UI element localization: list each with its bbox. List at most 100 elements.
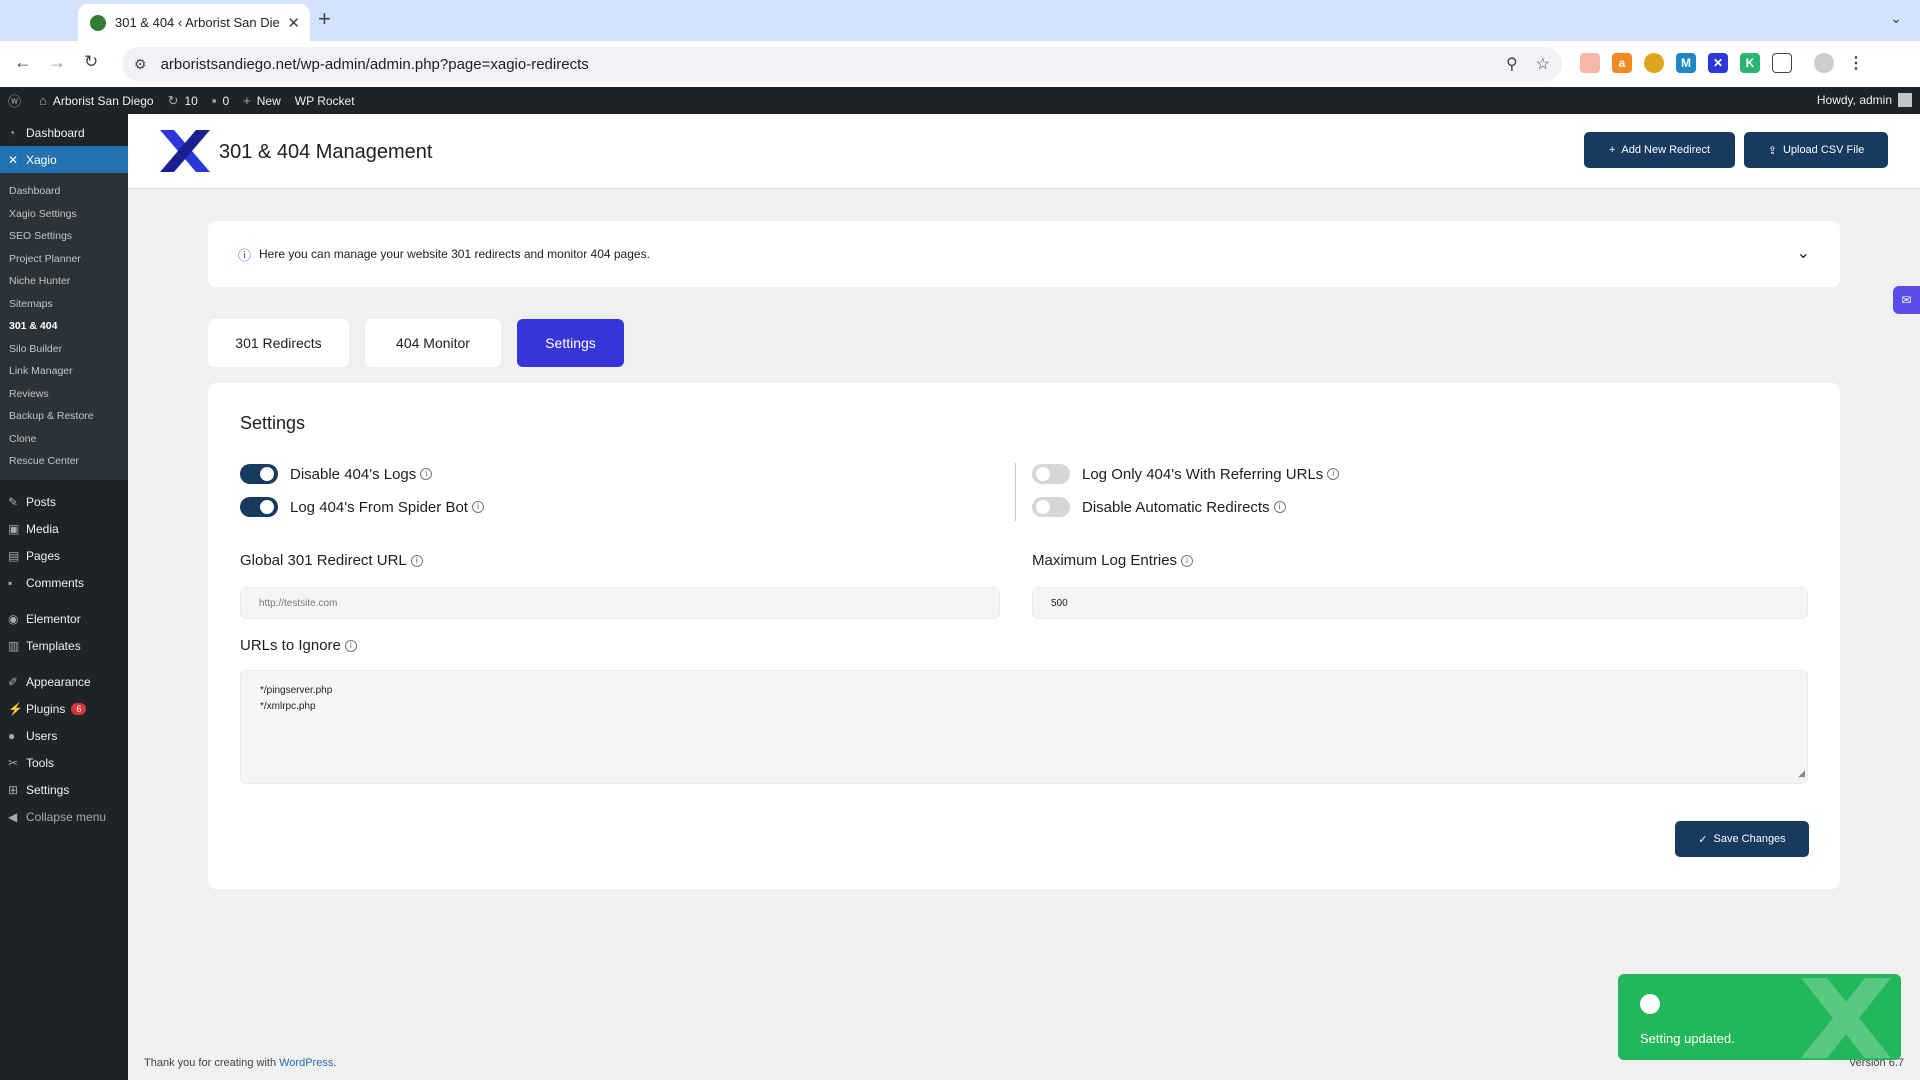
- chat-bubble-icon[interactable]: ✉: [1893, 286, 1920, 314]
- admin-bar-comments[interactable]: ▪ 0: [212, 93, 229, 108]
- tab-search-chevron-icon[interactable]: ⌄: [1890, 10, 1902, 27]
- admin-bar-wp-rocket[interactable]: WP Rocket: [295, 94, 355, 108]
- info-icon[interactable]: i: [344, 639, 357, 652]
- sidebar-item-elementor[interactable]: ◉ Elementor: [0, 606, 128, 633]
- zoom-icon[interactable]: ⚲: [1506, 54, 1518, 74]
- site-info-icon[interactable]: ⚙: [134, 56, 147, 73]
- dashboard-icon: ◔: [8, 125, 16, 140]
- sidebar-item-appearance[interactable]: ✐ Appearance: [0, 669, 128, 696]
- sidebar-item-plugins[interactable]: ⚡ Plugins 6: [0, 696, 128, 723]
- site-favicon-icon: [90, 14, 106, 31]
- admin-bar-updates[interactable]: ↻ 10: [168, 93, 198, 109]
- info-icon[interactable]: i: [420, 468, 433, 480]
- forward-arrow-icon[interactable]: →: [48, 52, 66, 72]
- info-icon[interactable]: i: [471, 501, 484, 513]
- toggle-row-log-spider-bot: Log 404's From Spider Bot i: [240, 497, 484, 517]
- browser-menu-icon[interactable]: ⋮: [1846, 53, 1866, 73]
- sidebar-item-comments[interactable]: ▪ Comments: [0, 570, 128, 597]
- templates-icon: ▥: [8, 639, 20, 653]
- info-icon[interactable]: i: [1181, 554, 1194, 567]
- extensions-bar: a M ✕ K ⋮: [1580, 53, 1866, 73]
- submenu-silo-builder[interactable]: Silo Builder: [0, 338, 128, 361]
- sidebar-item-templates[interactable]: ▥ Templates: [0, 633, 128, 660]
- browser-tab[interactable]: 301 & 404 ‹ Arborist San Die ✕: [78, 4, 310, 41]
- max-log-entries-input[interactable]: 500: [1032, 587, 1808, 619]
- submenu-niche-hunter[interactable]: Niche Hunter: [0, 270, 128, 293]
- bookmark-star-icon[interactable]: ☆: [1536, 54, 1550, 74]
- toggle-row-disable-404-logs: Disable 404's Logs i: [240, 464, 433, 484]
- toggle-label: Log Only 404's With Referring URLs: [1082, 465, 1324, 483]
- submenu-reviews[interactable]: Reviews: [0, 383, 128, 406]
- submenu-link-manager[interactable]: Link Manager: [0, 360, 128, 383]
- admin-bar-new[interactable]: + New: [243, 93, 281, 108]
- wordpress-logo-icon[interactable]: ⓦ: [8, 91, 27, 110]
- admin-bar-site[interactable]: ⌂ Arborist San Diego: [39, 93, 154, 108]
- sidebar-item-dashboard[interactable]: ◔ Dashboard: [0, 119, 128, 146]
- wordpress-link[interactable]: WordPress: [279, 1057, 333, 1069]
- extension-xagio-icon[interactable]: ✕: [1708, 53, 1728, 73]
- collapse-icon: ◀: [8, 810, 18, 824]
- disable-automatic-redirects-toggle[interactable]: [1032, 497, 1070, 517]
- pin-icon: ✎: [8, 495, 19, 509]
- plug-icon: ⚡: [8, 702, 23, 716]
- extension-m-icon[interactable]: M: [1676, 53, 1696, 73]
- submenu-backup-restore[interactable]: Backup & Restore: [0, 405, 128, 428]
- submenu-rescue-center[interactable]: Rescue Center: [0, 450, 128, 473]
- admin-footer: Thank you for creating with WordPress.: [144, 1057, 336, 1069]
- sidebar-item-media[interactable]: ▣ Media: [0, 516, 128, 543]
- submenu-project-planner[interactable]: Project Planner: [0, 248, 128, 271]
- resize-handle-icon[interactable]: ◢: [1798, 765, 1805, 781]
- info-icon[interactable]: i: [1327, 468, 1340, 480]
- tab-301-redirects[interactable]: 301 Redirects: [208, 319, 349, 367]
- browser-tab-title: 301 & 404 ‹ Arborist San Die: [115, 15, 280, 30]
- global-redirect-url-input[interactable]: http://testsite.com: [240, 587, 1000, 619]
- sidebar-item-xagio[interactable]: ✕ Xagio: [0, 146, 128, 173]
- address-url[interactable]: arboristsandiego.net/wp-admin/admin.php?…: [161, 56, 1488, 73]
- extension-k-icon[interactable]: K: [1740, 53, 1760, 73]
- reload-icon[interactable]: ↻: [84, 52, 98, 72]
- sidebar-item-pages[interactable]: ▤ Pages: [0, 543, 128, 570]
- back-arrow-icon[interactable]: ←: [14, 52, 32, 72]
- sidebar-item-tools[interactable]: ✂ Tools: [0, 750, 128, 777]
- address-bar[interactable]: ⚙ arboristsandiego.net/wp-admin/admin.ph…: [122, 47, 1562, 81]
- extension-1-icon[interactable]: [1580, 53, 1600, 73]
- urls-to-ignore-textarea[interactable]: */pingserver.php */xmlrpc.php ◢: [240, 670, 1808, 784]
- info-notice[interactable]: ⓘ Here you can manage your website 301 r…: [208, 221, 1840, 287]
- sidebar-collapse-menu[interactable]: ◀ Collapse menu: [0, 804, 128, 831]
- log-referring-urls-toggle[interactable]: [1032, 464, 1070, 484]
- save-changes-button[interactable]: ✓ Save Changes: [1675, 821, 1809, 857]
- submenu-301-404[interactable]: 301 & 404: [0, 315, 128, 338]
- info-icon[interactable]: i: [1273, 501, 1286, 513]
- sidebar-item-posts[interactable]: ✎ Posts: [0, 489, 128, 516]
- upload-csv-button[interactable]: ⇪ Upload CSV File: [1744, 132, 1888, 168]
- submenu-sitemaps[interactable]: Sitemaps: [0, 293, 128, 316]
- tab-settings[interactable]: Settings: [517, 319, 624, 367]
- info-icon[interactable]: i: [410, 554, 423, 567]
- tab-404-monitor[interactable]: 404 Monitor: [365, 319, 501, 367]
- disable-404-logs-toggle[interactable]: [240, 464, 278, 484]
- close-tab-icon[interactable]: ✕: [287, 14, 300, 32]
- textarea-value: */pingserver.php */xmlrpc.php: [260, 685, 333, 712]
- admin-bar-account[interactable]: Howdy, admin: [1817, 93, 1912, 107]
- log-spider-bot-toggle[interactable]: [240, 497, 278, 517]
- max-log-entries-label: Maximum Log Entries i: [1032, 552, 1194, 569]
- profile-avatar-icon[interactable]: [1814, 53, 1834, 73]
- add-new-redirect-button[interactable]: + Add New Redirect: [1584, 132, 1735, 168]
- sidebar-label: Plugins: [26, 702, 66, 716]
- submenu-xagio-settings[interactable]: Xagio Settings: [0, 203, 128, 226]
- sidebar-label: Media: [26, 522, 59, 536]
- extension-gear-icon[interactable]: [1644, 53, 1664, 73]
- sidebar-item-settings[interactable]: ⊞ Settings: [0, 777, 128, 804]
- submenu-clone[interactable]: Clone: [0, 428, 128, 451]
- brush-icon: ✐: [8, 675, 19, 689]
- sidebar-item-users[interactable]: ● Users: [0, 723, 128, 750]
- extension-amazon-icon[interactable]: a: [1612, 53, 1632, 73]
- submenu-seo-settings[interactable]: SEO Settings: [0, 225, 128, 248]
- page-title: 301 & 404 Management: [219, 141, 433, 163]
- chevron-down-icon[interactable]: ⌄: [1797, 243, 1810, 263]
- extensions-puzzle-icon[interactable]: [1772, 53, 1792, 73]
- button-label: Add New Redirect: [1621, 144, 1711, 156]
- submenu-dashboard[interactable]: Dashboard: [0, 180, 128, 203]
- new-tab-icon[interactable]: +: [318, 8, 331, 30]
- toast-notification[interactable]: Setting updated.: [1618, 974, 1901, 1060]
